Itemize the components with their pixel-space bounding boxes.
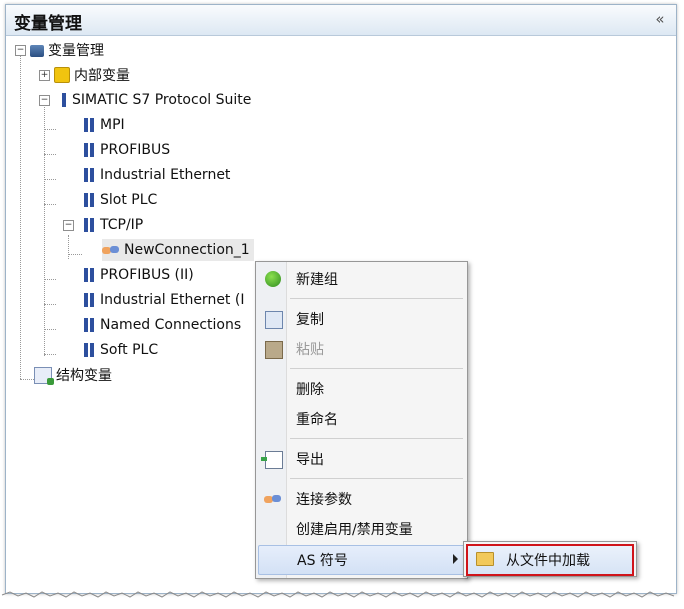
tree-node-industrial-ethernet[interactable]: Industrial Ethernet <box>82 164 230 186</box>
tree-node-profibus-ii[interactable]: PROFIBUS (II) <box>82 264 194 286</box>
tree-node-label: Industrial Ethernet <box>100 167 231 183</box>
menu-item-label: 复制 <box>296 312 324 328</box>
panel-title: 变量管理 <box>14 14 82 34</box>
tree-node-label: MPI <box>100 117 125 133</box>
menu-item-rename[interactable]: 重命名 <box>258 405 465 433</box>
struct-tags-icon <box>34 366 54 385</box>
tree-line <box>44 304 56 305</box>
tree-node-mpi[interactable]: MPI <box>82 114 125 136</box>
tree-node-label: TCP/IP <box>100 217 144 233</box>
tree-line <box>44 154 56 155</box>
menu-separator <box>290 298 463 299</box>
tree-node-struct-tags[interactable]: 结构变量 <box>34 364 112 386</box>
menu-item-load-from-file[interactable]: 从文件中加载 <box>466 544 634 576</box>
panel-titlebar: 变量管理 « <box>6 5 676 36</box>
collapse-toggle[interactable]: − <box>15 45 26 56</box>
tree-node-soft-plc[interactable]: Soft PLC <box>82 339 158 361</box>
menu-item-label: 新建组 <box>296 272 338 288</box>
export-icon <box>261 451 283 469</box>
tree-line <box>68 235 69 259</box>
channel-icon <box>82 192 96 208</box>
menu-item-label: 粘贴 <box>296 342 324 358</box>
expand-toggle[interactable]: + <box>39 70 50 81</box>
menu-item-export[interactable]: 导出 <box>258 445 465 473</box>
menu-separator <box>290 478 463 479</box>
channel-icon <box>82 267 96 283</box>
tree-line <box>44 204 56 205</box>
menu-item-label: 连接参数 <box>296 492 352 508</box>
menu-item-delete[interactable]: 删除 <box>258 375 465 403</box>
menu-item-label: AS 符号 <box>297 553 348 569</box>
tree-node-profibus[interactable]: PROFIBUS <box>82 139 170 161</box>
handshake-icon <box>102 244 120 256</box>
tree-line <box>44 279 56 280</box>
driver-icon <box>60 92 68 108</box>
tree-node-new-connection[interactable]: NewConnection_1 <box>102 239 254 261</box>
channel-icon <box>82 117 96 133</box>
torn-edge <box>1 591 675 598</box>
cube-icon <box>54 67 70 83</box>
tree-line <box>44 104 45 356</box>
tree-node-named-connections[interactable]: Named Connections <box>82 314 241 336</box>
paste-icon <box>265 341 283 359</box>
menu-item-as-symbols[interactable]: AS 符号 <box>258 545 465 575</box>
submenu-as-symbols: 从文件中加载 <box>463 541 637 577</box>
menu-item-new-group[interactable]: 新建组 <box>258 265 465 293</box>
tree-node-tcpip[interactable]: TCP/IP <box>82 214 143 236</box>
menu-item-connection-params[interactable]: 连接参数 <box>258 485 465 513</box>
tree-node-slot-plc[interactable]: Slot PLC <box>82 189 157 211</box>
tree-line <box>68 254 82 255</box>
menu-item-paste: 粘贴 <box>258 335 465 363</box>
tree-node-internal-tags[interactable]: 内部变量 <box>54 64 130 86</box>
tree-node-label: 内部变量 <box>74 68 130 84</box>
context-menu: 新建组 复制 粘贴 删除 重命名 导出 连接参数 创建启用/禁用变量 AS 符号 <box>255 261 468 579</box>
tree-node-label: NewConnection_1 <box>124 242 250 258</box>
tree-line <box>44 129 56 130</box>
tree-line <box>44 354 56 355</box>
channel-icon <box>82 317 96 333</box>
tree-node-label: PROFIBUS <box>100 142 171 158</box>
channel-icon <box>82 342 96 358</box>
network-icon <box>30 45 44 57</box>
menu-item-label: 删除 <box>296 382 324 398</box>
submenu-arrow-icon <box>453 554 458 564</box>
channel-icon <box>82 292 96 308</box>
new-group-icon <box>265 271 281 287</box>
channel-icon <box>82 217 96 233</box>
tree-node-label: Named Connections <box>100 317 242 333</box>
handshake-icon <box>264 493 281 509</box>
tree-node-label: PROFIBUS (II) <box>100 267 194 283</box>
channel-icon <box>82 167 96 183</box>
copy-icon <box>265 311 283 329</box>
tree-node-label: SIMATIC S7 Protocol Suite <box>72 92 252 108</box>
tree-line <box>44 179 56 180</box>
channel-icon <box>82 142 96 158</box>
menu-item-create-enable-tag[interactable]: 创建启用/禁用变量 <box>258 515 465 543</box>
tree-node-label: Industrial Ethernet (I <box>100 292 245 308</box>
tree-line <box>44 329 56 330</box>
menu-item-copy[interactable]: 复制 <box>258 305 465 333</box>
tree-node-label: 结构变量 <box>56 368 112 384</box>
tree-node-protocol-suite[interactable]: SIMATIC S7 Protocol Suite <box>60 89 251 111</box>
tree-line <box>20 379 34 380</box>
tree-line <box>20 54 21 379</box>
menu-item-label: 重命名 <box>296 412 338 428</box>
menu-item-label: 创建启用/禁用变量 <box>296 522 413 538</box>
menu-item-label: 从文件中加载 <box>506 553 590 569</box>
tree-node-label: 变量管理 <box>48 43 104 59</box>
menu-separator <box>290 368 463 369</box>
menu-item-label: 导出 <box>296 452 324 468</box>
collapse-toggle[interactable]: − <box>63 220 74 231</box>
tree-node-label: Slot PLC <box>100 192 158 208</box>
tree-node-label: Soft PLC <box>100 342 159 358</box>
collapse-toggle[interactable]: − <box>39 95 50 106</box>
folder-open-icon <box>476 552 494 566</box>
tree-node-industrial-ethernet-ii[interactable]: Industrial Ethernet (I <box>82 289 244 311</box>
menu-separator <box>290 438 463 439</box>
collapse-icon[interactable]: « <box>652 10 668 28</box>
tree-node-root[interactable]: 变量管理 <box>30 39 104 61</box>
